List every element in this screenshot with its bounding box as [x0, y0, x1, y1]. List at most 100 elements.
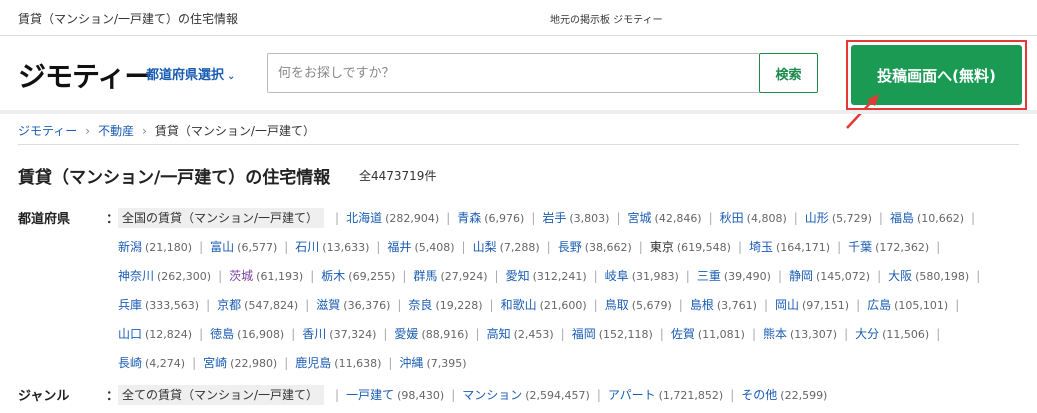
- prefecture-item[interactable]: 熊本 (13,307): [763, 327, 837, 341]
- prefecture-item[interactable]: 愛知 (312,241): [506, 269, 587, 283]
- prefecture-item[interactable]: 沖縄 (7,395): [399, 356, 466, 370]
- search-button[interactable]: 検索: [759, 53, 818, 93]
- prefecture-item[interactable]: 長崎 (4,274): [118, 356, 185, 370]
- breadcrumb-home[interactable]: ジモティー: [18, 124, 77, 138]
- prefecture-item-name[interactable]: 北海道: [346, 211, 382, 225]
- prefecture-item[interactable]: 山梨 (7,288): [473, 240, 540, 254]
- prefecture-item-name[interactable]: 奈良: [408, 298, 432, 312]
- prefecture-item-name[interactable]: 沖縄: [399, 356, 423, 370]
- prefecture-item-name[interactable]: 栃木: [321, 269, 345, 283]
- prefecture-item[interactable]: 愛媛 (88,916): [394, 327, 468, 341]
- prefecture-item-name[interactable]: 愛媛: [394, 327, 418, 341]
- genre-item-name[interactable]: アパート: [608, 388, 656, 402]
- prefecture-item-name[interactable]: 神奈川: [118, 269, 154, 283]
- prefecture-item-name[interactable]: 青森: [457, 211, 481, 225]
- prefecture-item[interactable]: 鹿児島 (11,638): [295, 356, 381, 370]
- prefecture-item[interactable]: 長野 (38,662): [558, 240, 632, 254]
- prefecture-item[interactable]: 和歌山 (21,600): [501, 298, 587, 312]
- prefecture-item-name[interactable]: 兵庫: [118, 298, 142, 312]
- prefecture-item[interactable]: 福井 (5,408): [387, 240, 454, 254]
- prefecture-item[interactable]: 大分 (11,506): [855, 327, 929, 341]
- genre-item-name[interactable]: その他: [741, 388, 777, 402]
- prefecture-item[interactable]: 青森 (6,976): [457, 211, 524, 225]
- prefecture-item-name[interactable]: 山口: [118, 327, 142, 341]
- prefecture-item-name[interactable]: 徳島: [210, 327, 234, 341]
- genre-item-name[interactable]: マンション: [462, 388, 522, 402]
- site-logo[interactable]: ジモティー: [18, 55, 152, 95]
- prefecture-item-name[interactable]: 宮城: [628, 211, 652, 225]
- prefecture-item[interactable]: 北海道 (282,904): [346, 211, 439, 225]
- prefecture-item-name[interactable]: 京都: [217, 298, 241, 312]
- prefecture-item[interactable]: 島根 (3,761): [690, 298, 757, 312]
- prefecture-item-name[interactable]: 福岡: [572, 327, 596, 341]
- prefecture-item-name[interactable]: 三重: [697, 269, 721, 283]
- prefecture-item-name[interactable]: 大阪: [888, 269, 912, 283]
- breadcrumb-real-estate[interactable]: 不動産: [98, 124, 134, 138]
- prefecture-item-name[interactable]: 鳥取: [605, 298, 629, 312]
- search-input[interactable]: [267, 53, 759, 93]
- prefecture-item-name[interactable]: 長野: [558, 240, 582, 254]
- prefecture-select[interactable]: 都道府県選択 ⌄: [146, 64, 235, 83]
- prefecture-item-name[interactable]: 滋賀: [316, 298, 340, 312]
- prefecture-item-name[interactable]: 山梨: [473, 240, 497, 254]
- prefecture-item[interactable]: 岩手 (3,803): [542, 211, 609, 225]
- prefecture-item-name[interactable]: 秋田: [720, 211, 744, 225]
- prefecture-item[interactable]: 栃木 (69,255): [321, 269, 395, 283]
- prefecture-item-name[interactable]: 愛知: [506, 269, 530, 283]
- prefecture-item-name[interactable]: 熊本: [763, 327, 787, 341]
- prefecture-item[interactable]: 福岡 (152,118): [572, 327, 653, 341]
- genre-item[interactable]: アパート (1,721,852): [608, 388, 723, 402]
- prefecture-item-name[interactable]: 香川: [302, 327, 326, 341]
- prefecture-item-name[interactable]: 埼玉: [749, 240, 773, 254]
- prefecture-item[interactable]: 茨城 (61,193): [229, 269, 303, 283]
- prefecture-item[interactable]: 埼玉 (164,171): [749, 240, 830, 254]
- prefecture-item-name[interactable]: 大分: [855, 327, 879, 341]
- prefecture-item[interactable]: 富山 (6,577): [210, 240, 277, 254]
- prefecture-item-name[interactable]: 茨城: [229, 269, 253, 283]
- prefecture-item-name[interactable]: 広島: [867, 298, 891, 312]
- prefecture-item-name[interactable]: 岐阜: [605, 269, 629, 283]
- prefecture-item-name[interactable]: 佐賀: [671, 327, 695, 341]
- prefecture-item[interactable]: 神奈川 (262,300): [118, 269, 211, 283]
- prefecture-item[interactable]: 京都 (547,824): [217, 298, 298, 312]
- prefecture-item[interactable]: 大阪 (580,198): [888, 269, 969, 283]
- prefecture-item[interactable]: 宮崎 (22,980): [203, 356, 277, 370]
- prefecture-item-name[interactable]: 島根: [690, 298, 714, 312]
- prefecture-item[interactable]: 兵庫 (333,563): [118, 298, 199, 312]
- prefecture-item-name[interactable]: 宮崎: [203, 356, 227, 370]
- prefecture-item[interactable]: 千葉 (172,362): [848, 240, 929, 254]
- genre-all-chip[interactable]: 全ての賃貸（マンション/一戸建て）: [118, 385, 325, 405]
- genre-item[interactable]: 一戸建て (98,430): [346, 388, 444, 402]
- prefecture-item-name[interactable]: 長崎: [118, 356, 142, 370]
- prefecture-item[interactable]: 福島 (10,662): [890, 211, 964, 225]
- prefecture-item[interactable]: 山口 (12,824): [118, 327, 192, 341]
- prefecture-item-name[interactable]: 群馬: [413, 269, 437, 283]
- prefecture-item-name[interactable]: 新潟: [118, 240, 142, 254]
- prefecture-item[interactable]: 群馬 (27,924): [413, 269, 487, 283]
- prefecture-item-name[interactable]: 鹿児島: [295, 356, 331, 370]
- prefecture-item-name[interactable]: 高知: [487, 327, 511, 341]
- genre-item[interactable]: その他 (22,599): [741, 388, 827, 402]
- prefecture-item-name[interactable]: 福島: [890, 211, 914, 225]
- prefecture-item[interactable]: 静岡 (145,072): [789, 269, 870, 283]
- prefecture-item-name[interactable]: 山形: [805, 211, 829, 225]
- prefecture-item-name[interactable]: 石川: [295, 240, 319, 254]
- prefecture-item-name[interactable]: 千葉: [848, 240, 872, 254]
- prefecture-item-name[interactable]: 和歌山: [501, 298, 537, 312]
- prefecture-all-chip[interactable]: 全国の賃貸（マンション/一戸建て）: [118, 208, 325, 228]
- prefecture-item-name[interactable]: 静岡: [789, 269, 813, 283]
- prefecture-item-name[interactable]: 福井: [387, 240, 411, 254]
- prefecture-item-name[interactable]: 岡山: [775, 298, 799, 312]
- prefecture-item[interactable]: 広島 (105,101): [867, 298, 948, 312]
- genre-item-name[interactable]: 一戸建て: [346, 388, 394, 402]
- prefecture-item[interactable]: 滋賀 (36,376): [316, 298, 390, 312]
- prefecture-item[interactable]: 三重 (39,490): [697, 269, 771, 283]
- prefecture-item[interactable]: 東京 (619,548): [650, 240, 731, 254]
- genre-item[interactable]: マンション (2,594,457): [462, 388, 590, 402]
- prefecture-item[interactable]: 秋田 (4,808): [720, 211, 787, 225]
- prefecture-item-name[interactable]: 東京: [650, 240, 674, 254]
- prefecture-item[interactable]: 高知 (2,453): [487, 327, 554, 341]
- prefecture-item[interactable]: 香川 (37,324): [302, 327, 376, 341]
- prefecture-item[interactable]: 新潟 (21,180): [118, 240, 192, 254]
- prefecture-item-name[interactable]: 岩手: [542, 211, 566, 225]
